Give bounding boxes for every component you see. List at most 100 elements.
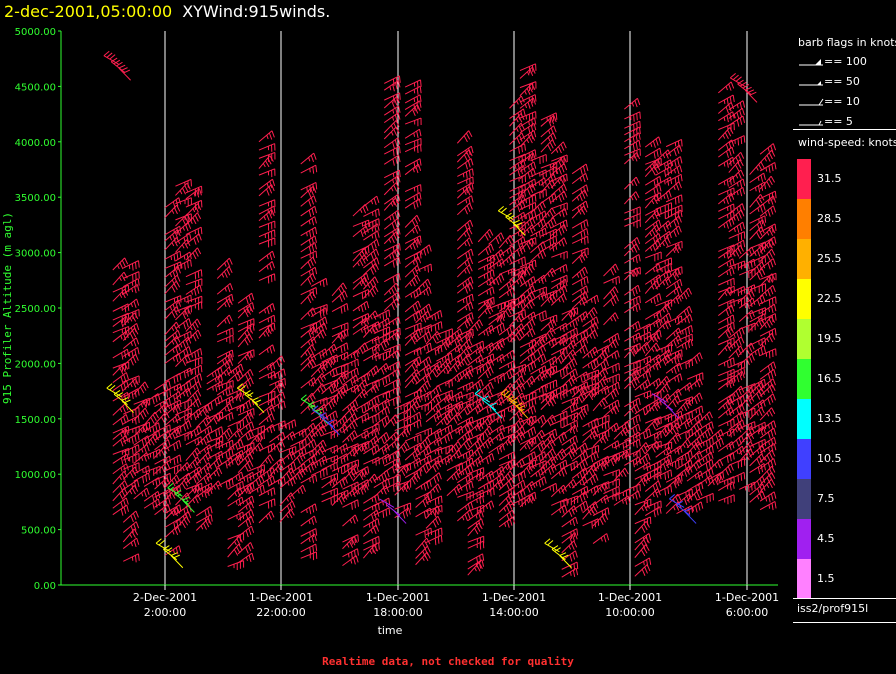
- wind-barb: [665, 240, 683, 251]
- speed-label: 19.5: [817, 332, 842, 345]
- speed-swatch: [797, 319, 811, 359]
- speed-swatch: [797, 519, 811, 559]
- speed-label: 10.5: [817, 452, 842, 465]
- wind-barb: [404, 198, 422, 210]
- wind-barb: [123, 553, 140, 563]
- wind-barb: [237, 292, 255, 305]
- speed-swatch: [797, 479, 811, 519]
- wind-barb: [686, 470, 704, 482]
- wind-barb: [164, 321, 181, 336]
- wind-barb: [185, 247, 202, 261]
- wind-barb: [446, 372, 463, 385]
- wind-barb: [404, 144, 422, 154]
- wind-barb: [227, 496, 244, 507]
- wind-barb: [665, 194, 683, 205]
- wind-barb: [530, 249, 547, 262]
- wind-barb: [310, 277, 328, 287]
- wind-barb: [603, 275, 620, 285]
- wind-barb: [310, 373, 327, 387]
- speed-label: 4.5: [817, 532, 835, 545]
- wind-barb: [237, 349, 255, 358]
- wind-barb: [217, 334, 234, 344]
- wind-barb: [404, 117, 422, 127]
- wind-barb: [404, 287, 422, 299]
- wind-barb: [457, 176, 474, 186]
- wind-barb: [467, 471, 485, 482]
- wind-barb-highlight: [170, 552, 184, 569]
- wind-barb: [122, 432, 140, 444]
- wind-barb: [644, 293, 662, 305]
- wind-barb: [603, 263, 619, 277]
- wind-barb: [509, 143, 527, 154]
- wind-barb: [550, 141, 567, 155]
- wind-barb: [206, 395, 223, 407]
- wind-barb: [300, 515, 317, 527]
- wind-barb: [655, 230, 672, 242]
- wind-barb: [624, 176, 640, 190]
- wind-barb: [457, 276, 474, 288]
- wind-barb: [634, 557, 652, 567]
- wind-barb: [227, 471, 244, 483]
- wind-barb: [112, 447, 130, 457]
- wind-barb: [624, 320, 641, 332]
- speed-swatch: [797, 199, 811, 239]
- wind-barb: [342, 548, 359, 559]
- wind-barb: [258, 413, 275, 426]
- wind-barb: [530, 188, 547, 199]
- wind-barb: [676, 333, 694, 343]
- wind-barb: [477, 243, 494, 256]
- wind-barb: [644, 147, 662, 159]
- wind-barb: [571, 219, 589, 231]
- wind-barb: [717, 463, 734, 477]
- x-tick-time: 18:00:00: [373, 606, 422, 619]
- wind-barbs: [103, 50, 777, 578]
- wind-barb-plot: 5000.00 4500.00 4000.00 3500.00 3000.00 2500.…: [1, 27, 779, 637]
- wind-barb: [404, 128, 422, 139]
- wind-barb: [404, 85, 422, 95]
- wind-barb: [373, 485, 390, 498]
- wind-barb: [258, 250, 276, 262]
- wind-barb: [759, 248, 776, 262]
- y-tick-label: 1000.00: [15, 470, 56, 481]
- wind-barb: [300, 528, 318, 538]
- wind-barb: [624, 120, 641, 132]
- wind-barb: [185, 278, 203, 289]
- wind-barb: [717, 81, 735, 94]
- wind-barb: [634, 544, 650, 558]
- wind-barb: [185, 356, 203, 367]
- wind-barb: [718, 494, 735, 505]
- wind-barb: [592, 397, 608, 412]
- wind-barb: [112, 271, 128, 286]
- wind-barb: [551, 250, 568, 260]
- wind-barb: [425, 472, 442, 484]
- wind-barb: [300, 205, 317, 218]
- wind-barb: [624, 302, 641, 314]
- wind-barb: [404, 433, 422, 443]
- wind-barb: [603, 440, 620, 451]
- wind-barb: [540, 235, 558, 247]
- wind-barb: [519, 97, 536, 109]
- wind-barb: [446, 483, 463, 497]
- wind-barb: [634, 516, 652, 526]
- wind-barb: [404, 347, 422, 357]
- wind-barb: [185, 269, 203, 280]
- wind-barb: [185, 284, 203, 296]
- wind-barb: [467, 535, 485, 545]
- wind-barb: [582, 444, 600, 455]
- wind-barb: [457, 480, 474, 492]
- wind-barb: [258, 184, 275, 197]
- y-axis-label: 915 Profiler Altitude (m agl): [1, 212, 14, 404]
- wind-barb: [248, 425, 266, 436]
- wind-barb: [519, 117, 537, 127]
- wind-barb: [112, 414, 129, 426]
- wind-barb: [749, 172, 766, 184]
- wind-barb: [258, 498, 276, 509]
- speed-label: 1.5: [817, 572, 835, 585]
- wind-barb: [644, 488, 661, 501]
- wind-barb: [551, 346, 568, 356]
- wind-barb: [655, 375, 671, 390]
- wind-barb: [759, 501, 777, 511]
- barb-flag-label: == 10: [824, 95, 860, 108]
- wind-barb: [477, 228, 494, 243]
- wind-barb: [300, 266, 318, 277]
